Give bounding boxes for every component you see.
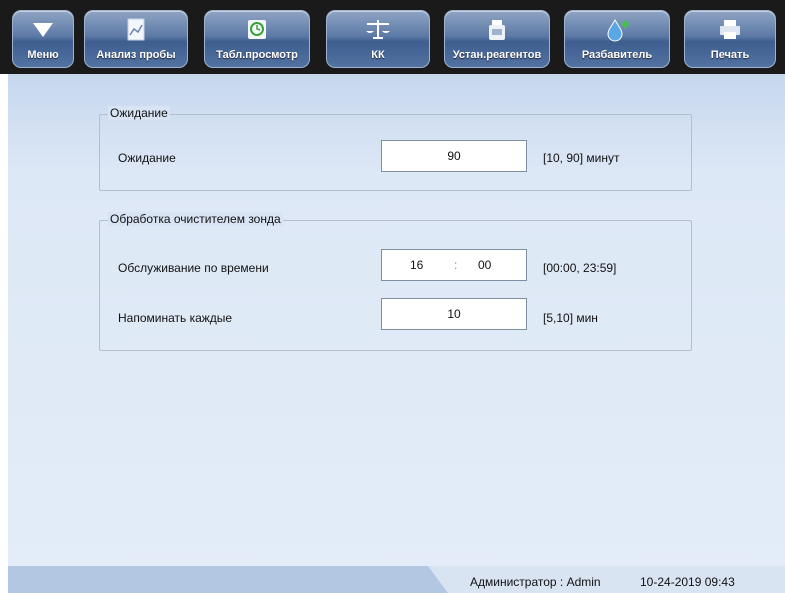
toolbar: Меню Анализ пробы Табл.просмотр КК Устан… (0, 0, 785, 74)
minute-field[interactable]: 00 (478, 250, 491, 280)
current-user: Администратор : Admin (470, 575, 601, 589)
hour-field[interactable]: 16 (410, 250, 423, 280)
app-window: Меню Анализ пробы Табл.просмотр КК Устан… (0, 0, 785, 593)
qc-label: КК (371, 49, 385, 61)
probe-cleaner-legend: Обработка очистителем зонда (108, 212, 283, 226)
sample-analysis-button[interactable]: Анализ пробы (84, 10, 188, 68)
diluent-button[interactable]: Разбавитель (564, 10, 670, 68)
reagent-setup-button[interactable]: Устан.реагентов (444, 10, 550, 68)
time-maintenance-input: 16 : 00 (381, 249, 527, 281)
print-label: Печать (710, 49, 750, 61)
remind-input[interactable]: 10 (381, 298, 527, 330)
qc-button[interactable]: КК (326, 10, 430, 68)
printer-icon (720, 20, 740, 39)
wait-label: Ожидание (118, 151, 176, 165)
menu-label: Меню (27, 49, 59, 61)
remind-range: [5,10] мин (543, 311, 598, 325)
status-tab (8, 566, 448, 593)
menu-button[interactable]: Меню (12, 10, 74, 68)
reagent-bottle-icon (489, 20, 505, 40)
table-view-button[interactable]: Табл.просмотр (204, 10, 310, 68)
time-maintenance-label: Обслуживание по времени (118, 261, 269, 275)
wait-group-legend: Ожидание (108, 106, 170, 120)
scales-icon (366, 20, 390, 39)
wait-group: Ожидание Ожидание 90 [10, 90] минут (99, 106, 692, 191)
date-time: 10-24-2019 09:43 (640, 575, 735, 589)
clock-icon (248, 20, 266, 39)
wait-range: [10, 90] минут (543, 151, 620, 165)
time-separator: : (454, 258, 458, 272)
sample-analysis-label: Анализ пробы (96, 49, 176, 61)
water-drop-plus-icon (607, 18, 629, 42)
time-range: [00:00, 23:59] (543, 261, 617, 275)
status-bar: Администратор : Admin 10-24-2019 09:43 (8, 566, 785, 593)
triangle-down-icon (33, 23, 53, 37)
settings-panel: Ожидание Ожидание 90 [10, 90] минут Обра… (8, 74, 785, 574)
wait-input[interactable]: 90 (381, 140, 527, 172)
print-button[interactable]: Печать (684, 10, 776, 68)
reagent-setup-label: Устан.реагентов (452, 49, 542, 61)
chart-document-icon (127, 18, 145, 41)
diluent-label: Разбавитель (581, 49, 653, 61)
remind-label: Напоминать каждые (118, 311, 233, 325)
table-view-label: Табл.просмотр (216, 49, 298, 61)
probe-cleaner-group: Обработка очистителем зонда Обслуживание… (99, 212, 692, 351)
